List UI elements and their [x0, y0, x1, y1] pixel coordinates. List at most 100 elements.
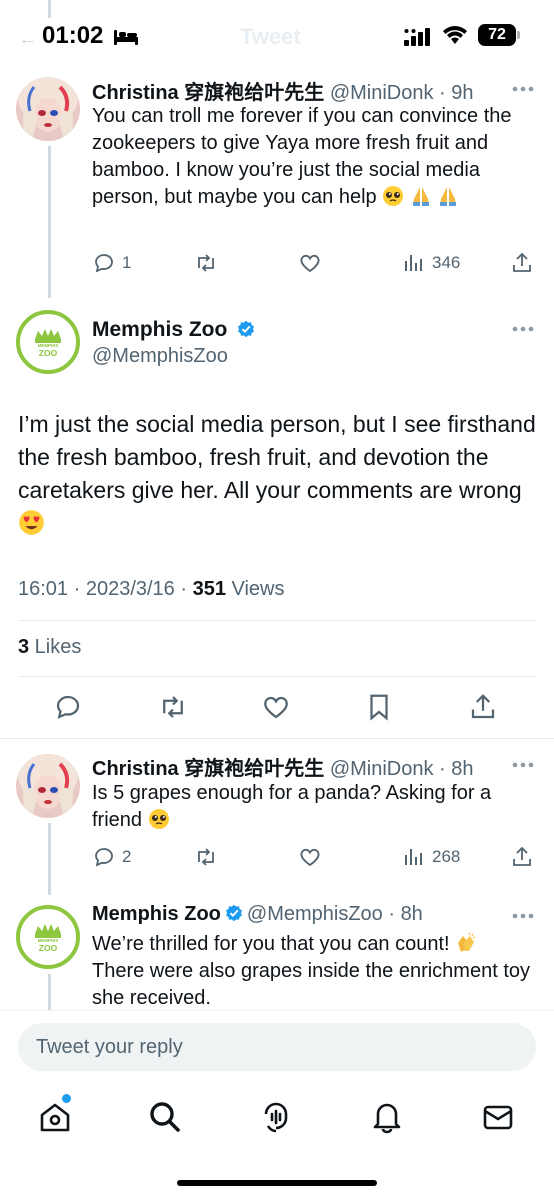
views-button[interactable]: 268: [402, 844, 460, 870]
memphis-zoo-logo: MEMPHIS ZOO: [35, 329, 61, 358]
more-options-icon[interactable]: [512, 86, 534, 92]
like-button[interactable]: [298, 844, 322, 870]
battery-cap: [517, 31, 520, 39]
views-button[interactable]: 346: [402, 250, 460, 276]
views-count: 268: [432, 847, 461, 866]
reply-count: 1: [122, 253, 132, 272]
tweet-text: You can troll me forever if you can conv…: [92, 103, 532, 211]
author-handle-time[interactable]: @MiniDonk · 9h: [330, 82, 474, 104]
retweet-icon: [198, 254, 214, 272]
battery-level: 72: [478, 24, 516, 46]
heart-icon: [300, 848, 320, 867]
cellular-signal-icon: [404, 28, 430, 46]
tweet-timestamp: 16:01 · 2023/3/16 ·: [18, 578, 193, 600]
views-chart-icon: [405, 255, 422, 271]
likes-count: 3: [18, 636, 30, 658]
share-button[interactable]: [510, 250, 534, 276]
more-options-icon[interactable]: [512, 762, 534, 768]
status-time: 01:02: [42, 22, 104, 49]
home-indicator[interactable]: [177, 1180, 377, 1186]
views-count: 351: [192, 578, 226, 600]
author-name[interactable]: Memphis Zoo: [92, 903, 221, 925]
reply-button[interactable]: 1: [92, 250, 131, 276]
share-icon: [513, 252, 531, 272]
heart-icon: [300, 254, 320, 273]
folded-hands-emoji-icon: [412, 187, 429, 206]
tab-notifications[interactable]: [370, 1100, 404, 1134]
reply-icon[interactable]: [53, 692, 83, 722]
thread-line: [48, 0, 51, 18]
messages-icon: [483, 1105, 513, 1130]
tweet-text: Is 5 grapes enough for a panda? Asking f…: [92, 780, 532, 834]
author-handle[interactable]: @MemphisZoo: [92, 345, 228, 368]
status-bar: ← 01:02 Tweet 72: [0, 0, 554, 72]
thread-line: [48, 974, 51, 1010]
tweet-actions: 1 346: [92, 250, 536, 276]
tab-home[interactable]: [38, 1100, 72, 1134]
svg-text:ZOO: ZOO: [39, 348, 58, 358]
share-icon: [513, 846, 531, 866]
tweet-text: We’re thrilled for you that you can coun…: [92, 931, 532, 1011]
views-chart-icon: [405, 849, 422, 865]
likes-label: Likes: [29, 636, 82, 658]
tweet-actions: 2 268: [92, 844, 536, 870]
sleep-focus-icon: [114, 30, 138, 45]
christina-avatar-image: [16, 754, 80, 818]
spaces-icon: [264, 1102, 288, 1133]
tweet-header: Christina 穿旗袍给叶先生 @MiniDonk · 8h: [92, 752, 474, 781]
reply-input[interactable]: Tweet your reply: [18, 1023, 536, 1071]
avatar[interactable]: MEMPHIS ZOO: [16, 905, 80, 969]
svg-text:ZOO: ZOO: [39, 943, 58, 953]
avatar[interactable]: [16, 754, 80, 818]
christina-avatar-image: [16, 77, 80, 141]
author-name[interactable]: Memphis Zoo: [92, 318, 259, 342]
memphis-zoo-logo: MEMPHIS ZOO: [35, 924, 61, 953]
retweet-button[interactable]: [194, 844, 218, 870]
verified-badge-icon: [238, 320, 255, 338]
main-tweet-actions: [0, 692, 554, 724]
share-icon[interactable]: [468, 692, 498, 722]
reply-button[interactable]: 2: [92, 844, 131, 870]
more-options-icon[interactable]: [512, 326, 534, 332]
tweet-header: Memphis Zoo @MemphisZoo · 8h: [92, 903, 423, 926]
author-handle-time[interactable]: @MemphisZoo · 8h: [247, 903, 423, 925]
likes-summary[interactable]: 3 Likes: [18, 636, 81, 659]
heart-eyes-emoji-icon: [19, 510, 44, 535]
author-name[interactable]: Christina 穿旗袍给叶先生: [92, 82, 324, 104]
page-title: Tweet: [240, 24, 301, 49]
more-options-icon[interactable]: [512, 913, 534, 919]
home-icon: [40, 1103, 70, 1132]
divider: [0, 1010, 554, 1011]
tab-spaces[interactable]: [259, 1100, 293, 1134]
tweet-header: Christina 穿旗袍给叶先生 @MiniDonk · 9h: [92, 76, 474, 105]
wifi-icon: [443, 26, 467, 44]
tweet-text-content: We’re thrilled for you that you can coun…: [92, 933, 450, 955]
tweet-timestamp-views: 16:01 · 2023/3/16 · 351 Views: [18, 578, 285, 601]
views-label: Views: [225, 578, 285, 600]
tab-messages[interactable]: [481, 1100, 515, 1134]
reply-icon: [95, 848, 113, 867]
thread-line: [48, 146, 51, 298]
search-icon: [150, 1102, 180, 1132]
heart-icon[interactable]: [261, 692, 291, 722]
avatar[interactable]: [16, 77, 80, 141]
battery-indicator: 72: [478, 24, 520, 46]
retweet-icon[interactable]: [158, 692, 188, 722]
pleading-face-emoji-icon: [383, 186, 404, 206]
author-name[interactable]: Christina 穿旗袍给叶先生: [92, 758, 324, 780]
divider: [18, 620, 536, 621]
divider: [0, 738, 554, 739]
verified-badge-icon: [225, 904, 242, 922]
tab-search[interactable]: [148, 1100, 182, 1134]
author-name-text: Memphis Zoo: [92, 318, 228, 341]
author-handle-time[interactable]: @MiniDonk · 8h: [330, 758, 474, 780]
share-button[interactable]: [510, 844, 534, 870]
retweet-button[interactable]: [194, 250, 218, 276]
like-button[interactable]: [298, 250, 322, 276]
main-tweet-text: I’m just the social media person, but I …: [18, 408, 538, 540]
back-arrow-icon[interactable]: ←: [18, 28, 38, 51]
bookmark-icon[interactable]: [364, 692, 394, 722]
avatar[interactable]: MEMPHIS ZOO: [16, 310, 80, 374]
thread-line: [48, 823, 51, 895]
reply-icon: [95, 254, 113, 273]
